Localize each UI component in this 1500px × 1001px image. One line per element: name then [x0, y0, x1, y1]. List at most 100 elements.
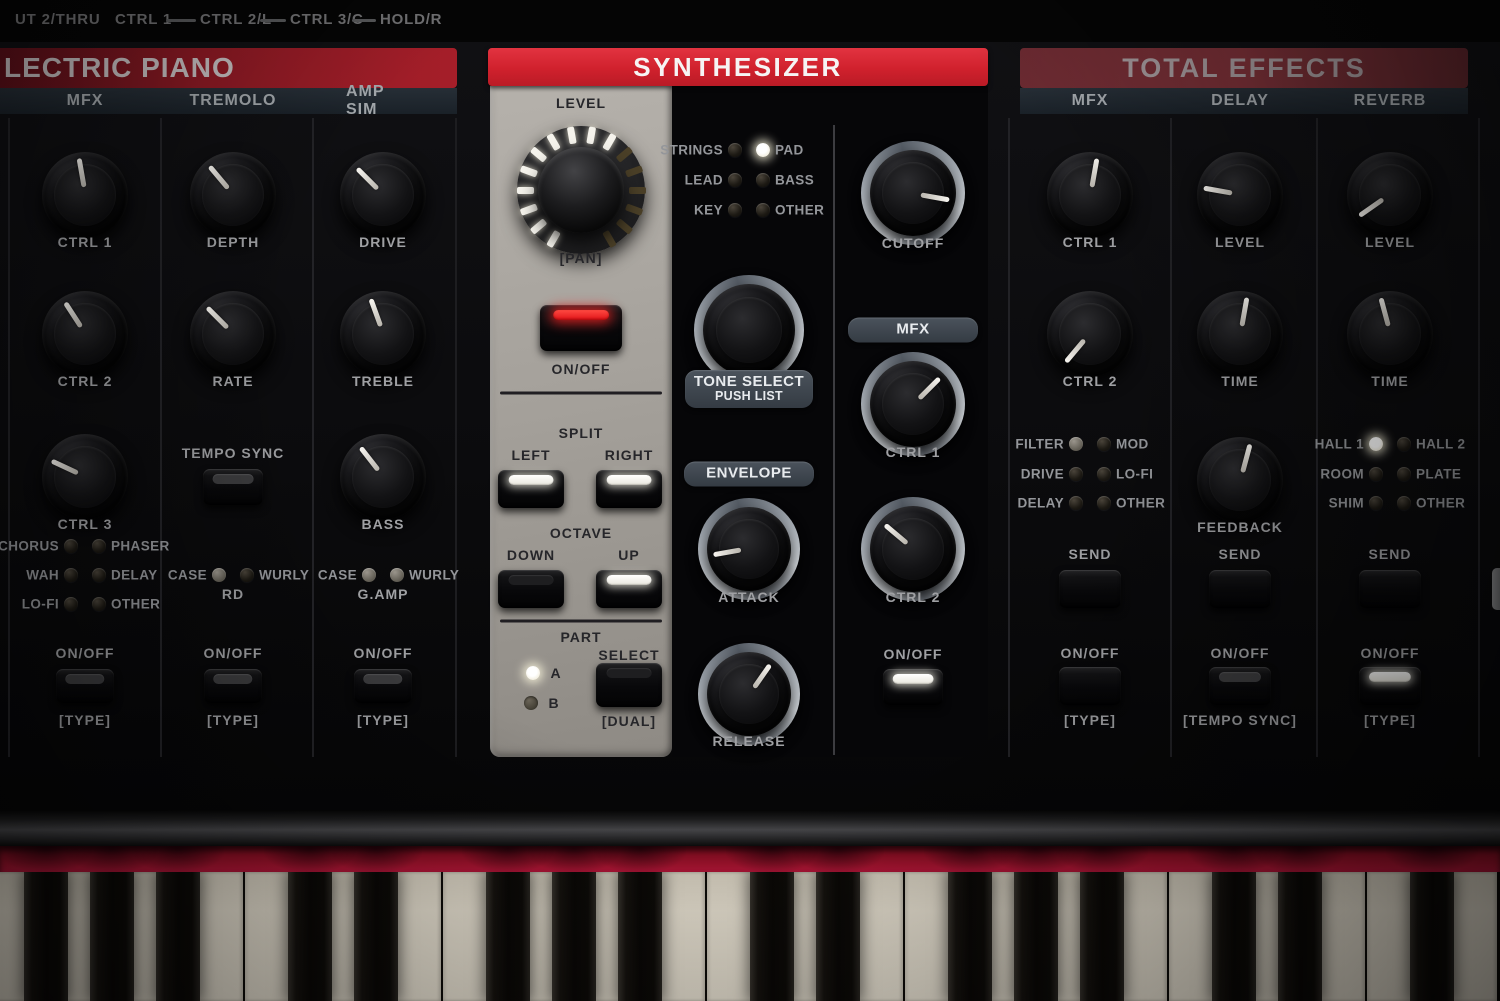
split-label: SPLIT: [559, 425, 604, 441]
black-key-19[interactable]: [1212, 872, 1256, 1001]
synth-mfx-onoff-button[interactable]: [883, 669, 943, 705]
part-select-button[interactable]: [596, 663, 662, 707]
cutoff-knob[interactable]: [870, 150, 956, 236]
ep-mfx-onoff-label: ON/OFF: [56, 645, 115, 661]
fx-mfx-ctrl1-knob[interactable]: [1047, 152, 1133, 238]
fx-reverb-row-room-plate-left-label: ROOM: [1320, 467, 1364, 482]
fx-mfx-ctrl2-knob[interactable]: [1047, 291, 1133, 377]
ep-tremolo-depth-knob-pointer-line: [207, 165, 230, 191]
ep-mfx-row-chorus-phaser-right-label: PHASER: [111, 539, 170, 554]
fx-delay-level-knob[interactable]: [1197, 152, 1283, 238]
black-key-1[interactable]: [24, 872, 68, 1001]
ep-ampsim-treble-label: TREBLE: [352, 373, 414, 389]
fx-mfx-row-filter-mod-right-led: [1097, 437, 1111, 451]
piano-keyboard[interactable]: [0, 872, 1500, 1001]
ep-mfx-row-lofi-other-right-label: OTHER: [111, 597, 160, 612]
panel-front-lip: [0, 810, 1500, 846]
felt-shadow-20: [1254, 846, 1346, 872]
ep-tremolo-rate-label: RATE: [212, 373, 253, 389]
column-divider-3: [312, 118, 314, 757]
synth-level-knob-tick-13: [629, 187, 646, 194]
part-b-led: [524, 696, 538, 710]
fx-delay-time-knob-pointer-line: [1239, 297, 1249, 327]
tone-select-knob-cap: [716, 297, 782, 363]
octave-down-button[interactable]: [498, 570, 564, 608]
black-key-17[interactable]: [1080, 872, 1124, 1001]
ep-tremolo-row-case-wurly-right-led: [240, 568, 254, 582]
fx-delay-send-button[interactable]: [1209, 570, 1271, 608]
tone-select-knob[interactable]: [703, 284, 795, 376]
split-left-button[interactable]: [498, 470, 564, 508]
fx-reverb-send-label: SEND: [1369, 546, 1412, 562]
black-key-3[interactable]: [156, 872, 200, 1001]
tone-row-lead-bass-left-label: LEAD: [685, 173, 723, 188]
fx-mfx-row-drive-lofi-right-label: LO-FI: [1116, 467, 1153, 482]
ep-ampsim-onoff-label: ON/OFF: [354, 645, 413, 661]
ep-mfx-ctrl2-label: CTRL 2: [58, 373, 113, 389]
fx-mfx-onoff-button[interactable]: [1059, 667, 1121, 705]
ep-mfx-ctrl3-label: CTRL 3: [58, 516, 113, 532]
ep-tremolo-row-case-wurly-left-led: [212, 568, 226, 582]
release-knob-pointer-line: [751, 663, 771, 689]
electric-piano-column-strip: MFX TREMOLO AMP SIM: [0, 88, 457, 114]
black-key-12[interactable]: [750, 872, 794, 1001]
ep-mfx-row-wah-delay-right-led: [92, 568, 106, 582]
synth-mfx-ctrl1-knob[interactable]: [870, 361, 956, 447]
fx-reverb-row-room-plate-left-led: [1369, 467, 1383, 481]
ep-tremolo-type-label: [TYPE]: [207, 712, 259, 728]
column-divider-6: [1008, 118, 1010, 757]
fx-delay-feedback-knob[interactable]: [1197, 437, 1283, 523]
black-key-22[interactable]: [1410, 872, 1454, 1001]
felt-shadow-6: [330, 846, 422, 872]
ep-mfx-ctrl3-knob[interactable]: [42, 434, 128, 520]
tone-row-key-other-right-led: [756, 203, 770, 217]
jack-label: UT 2/THRU: [15, 11, 101, 28]
black-key-15[interactable]: [948, 872, 992, 1001]
fx-reverb-level-knob[interactable]: [1347, 152, 1433, 238]
synth-mfx-ctrl2-knob[interactable]: [870, 506, 956, 592]
tone-row-lead-bass-left-led: [728, 173, 742, 187]
ep-tremolo-row-case-wurly-left-label: CASE: [168, 568, 207, 583]
ep-tremolo-depth-knob[interactable]: [190, 152, 276, 238]
octave-up-button[interactable]: [596, 570, 662, 608]
ep-mfx-row-lofi-other-right-led: [92, 597, 106, 611]
ep-ampsim-drive-knob[interactable]: [340, 152, 426, 238]
black-key-10[interactable]: [618, 872, 662, 1001]
release-label: RELEASE: [712, 733, 785, 749]
black-key-13[interactable]: [816, 872, 860, 1001]
release-knob[interactable]: [707, 652, 791, 736]
fx-reverb-time-knob[interactable]: [1347, 291, 1433, 377]
ep-mfx-onoff-button[interactable]: [56, 669, 114, 703]
fx-mfx-send-button[interactable]: [1059, 570, 1121, 608]
ep-ampsim-bass-knob[interactable]: [340, 434, 426, 520]
black-key-20[interactable]: [1278, 872, 1322, 1001]
fx-mfx-row-delay-other-left-led: [1069, 496, 1083, 510]
fx-delay-onoff-button[interactable]: [1209, 667, 1271, 705]
fx-reverb-send-button[interactable]: [1359, 570, 1421, 608]
synth-mfx-badge: MFX: [848, 318, 978, 343]
fx-delay-time-knob[interactable]: [1197, 291, 1283, 377]
synth-level-label: LEVEL: [556, 95, 606, 111]
ep-tremolo-onoff-button[interactable]: [204, 669, 262, 703]
ep-tremolo-temposync-button[interactable]: [203, 469, 263, 505]
ep-mfx-ctrl2-knob[interactable]: [42, 291, 128, 377]
fx-reverb-onoff-button[interactable]: [1359, 667, 1421, 705]
edge-partial-button[interactable]: [1492, 568, 1500, 610]
ep-ampsim-onoff-button[interactable]: [354, 669, 412, 703]
ep-tremolo-rate-knob[interactable]: [190, 291, 276, 377]
synth-onoff-button[interactable]: [540, 305, 622, 351]
ep-ampsim-treble-knob[interactable]: [340, 291, 426, 377]
fx-delay-temposync-label: [TEMPO SYNC]: [1183, 712, 1297, 728]
ep-mfx-ctrl1-knob[interactable]: [42, 152, 128, 238]
black-key-6[interactable]: [354, 872, 398, 1001]
black-key-16[interactable]: [1014, 872, 1058, 1001]
black-key-8[interactable]: [486, 872, 530, 1001]
attack-knob[interactable]: [707, 507, 791, 591]
ep-mfx-row-wah-delay-left-led: [64, 568, 78, 582]
black-key-9[interactable]: [552, 872, 596, 1001]
split-right-button[interactable]: [596, 470, 662, 508]
synth-level-knob-tick-4: [517, 187, 534, 194]
black-key-2[interactable]: [90, 872, 134, 1001]
panel-divider-1: [500, 392, 662, 395]
black-key-5[interactable]: [288, 872, 332, 1001]
